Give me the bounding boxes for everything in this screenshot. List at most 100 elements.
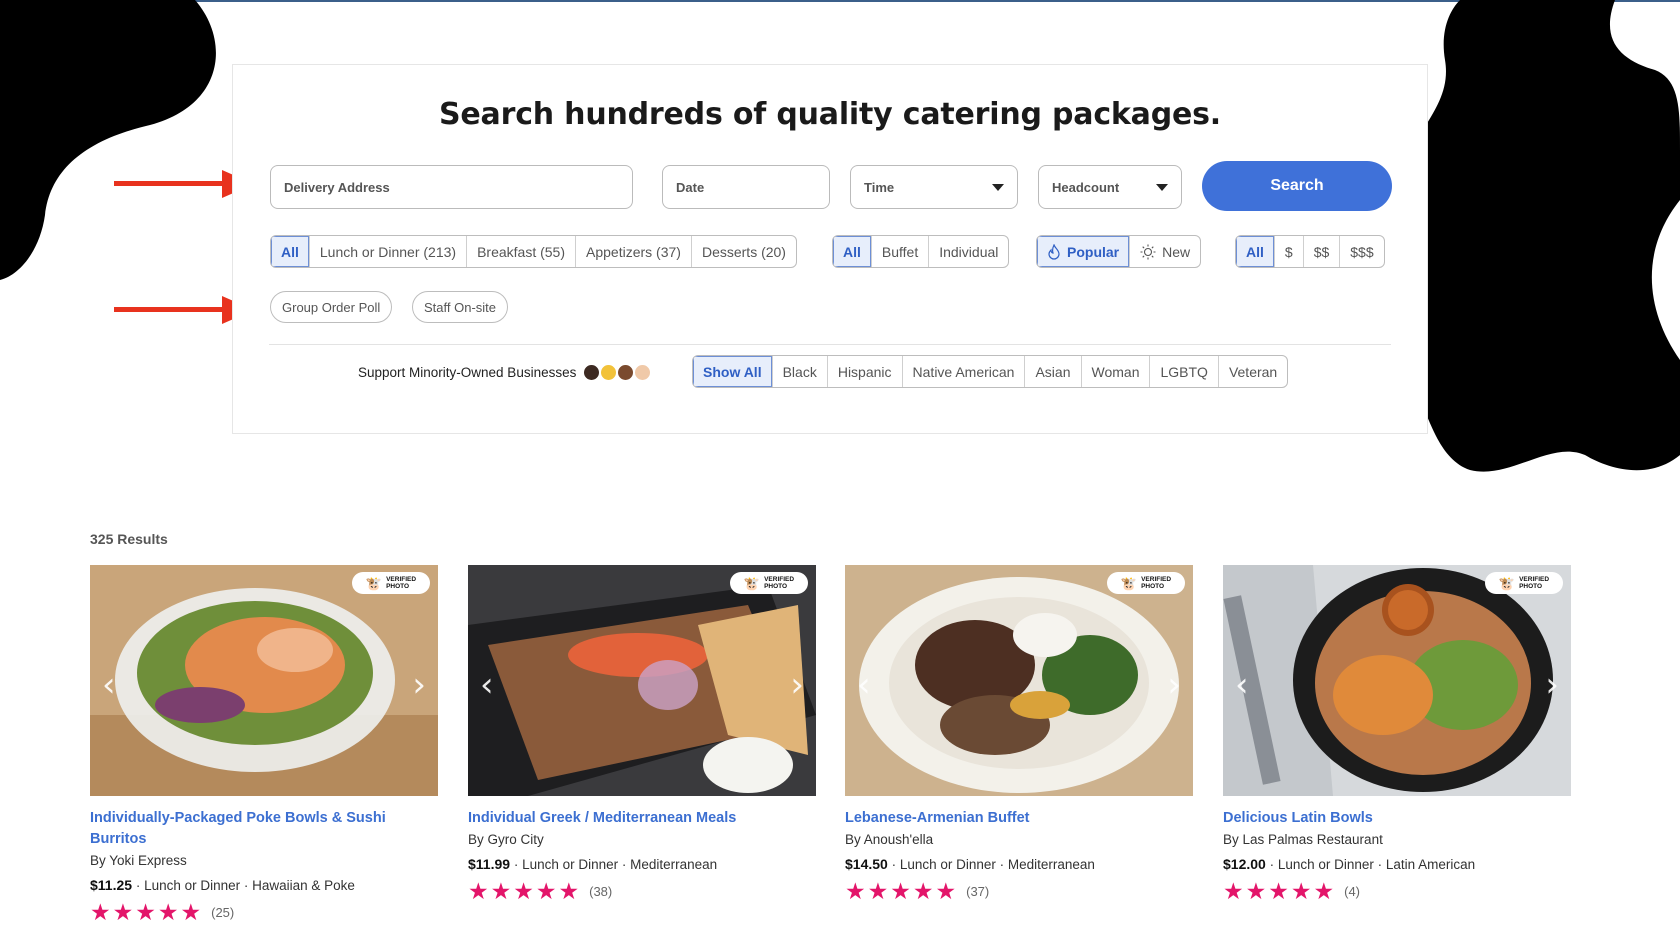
card-title[interactable]: Individually-Packaged Poke Bowls & Sushi…: [90, 808, 438, 850]
minority-lgbtq[interactable]: LGBTQ: [1149, 356, 1217, 387]
service-type-buffet[interactable]: Buffet: [870, 236, 928, 267]
time-select[interactable]: Time: [850, 165, 1018, 209]
price-2[interactable]: $$: [1302, 236, 1340, 267]
card-cuisine: Mediterranean: [1007, 857, 1095, 872]
card-meal: Lunch or Dinner: [899, 857, 996, 872]
delivery-address-input[interactable]: Delivery Address: [270, 165, 633, 209]
card-title[interactable]: Lebanese-Armenian Buffet: [845, 808, 1193, 829]
search-panel: Search hundreds of quality catering pack…: [232, 64, 1428, 434]
food-photo: [1223, 565, 1571, 796]
star-icon: ★: [490, 878, 512, 904]
headcount-select-label: Headcount: [1052, 179, 1120, 195]
catering-card[interactable]: 🐮 VERIFIED PHOTO ‹ › Delicious Latin Bowl…: [1223, 565, 1571, 903]
verified-badge-line1: VERIFIED: [764, 576, 795, 583]
chevron-down-icon: [1156, 183, 1168, 191]
search-button[interactable]: Search: [1202, 161, 1392, 211]
card-title[interactable]: Individual Greek / Mediterranean Meals: [468, 808, 816, 829]
meal-type-lunch-dinner[interactable]: Lunch or Dinner (213): [308, 236, 466, 267]
cow-icon: 🐮: [365, 575, 383, 591]
card-meta: $11.25 · Lunch or Dinner · Hawaiian & Po…: [90, 877, 355, 893]
meal-type-desserts[interactable]: Desserts (20): [690, 236, 796, 267]
chevron-left-icon[interactable]: ‹: [1235, 665, 1249, 705]
group-order-poll-toggle[interactable]: Group Order Poll: [270, 291, 393, 323]
sort-popular[interactable]: Popular: [1037, 236, 1130, 267]
card-photo[interactable]: 🐮 VERIFIED PHOTO ‹ ›: [90, 565, 438, 796]
food-photo: [845, 565, 1193, 796]
service-type-all[interactable]: All: [833, 236, 871, 267]
star-icon: ★: [1268, 878, 1289, 904]
verified-badge-line1: VERIFIED: [1141, 576, 1172, 583]
card-meal: Lunch or Dinner: [1277, 857, 1374, 872]
cow-icon: 🐮: [1120, 575, 1138, 591]
price-3[interactable]: $$$: [1339, 236, 1383, 267]
minority-support-label: Support Minority-Owned Businesses: [358, 355, 651, 389]
star-rating: ★ ★ ★ ★ ★ (4): [1223, 879, 1571, 903]
sun-icon: [1140, 244, 1156, 259]
minority-native-american[interactable]: Native American: [901, 356, 1025, 387]
chevron-right-icon[interactable]: ›: [1545, 665, 1559, 705]
chevron-left-icon[interactable]: ‹: [480, 665, 494, 705]
verified-badge-line1: VERIFIED: [386, 576, 417, 583]
chevron-left-icon[interactable]: ‹: [857, 665, 871, 705]
star-icon: ★: [867, 878, 889, 904]
card-photo[interactable]: 🐮 VERIFIED PHOTO ‹ ›: [1223, 565, 1571, 796]
food-photo: [90, 565, 438, 796]
star-icon: ★: [1313, 878, 1335, 904]
results-count: 325 Results: [90, 531, 168, 547]
card-meta: $14.50 · Lunch or Dinner · Mediterranean: [845, 856, 1095, 872]
meal-type-breakfast[interactable]: Breakfast (55): [466, 236, 575, 267]
headcount-select[interactable]: Headcount: [1038, 165, 1182, 209]
staff-onsite-toggle[interactable]: Staff On-site: [412, 291, 509, 323]
card-cuisine: Hawaiian & Poke: [252, 878, 355, 893]
minority-black[interactable]: Black: [771, 356, 827, 387]
minority-hispanic[interactable]: Hispanic: [826, 356, 902, 387]
star-icon: ★: [558, 878, 580, 904]
price-1[interactable]: $: [1273, 236, 1303, 267]
catering-card[interactable]: 🐮 VERIFIED PHOTO ‹ › Lebanese-Armenian Bu…: [845, 565, 1193, 903]
star-rating: ★ ★ ★ ★ ★ (25): [90, 900, 438, 924]
card-price: $12.00: [1223, 856, 1266, 872]
decorative-blob-left: [0, 0, 216, 280]
chevron-right-icon[interactable]: ›: [790, 665, 804, 705]
minority-support-text: Support Minority-Owned Businesses: [358, 364, 577, 380]
service-type-individual[interactable]: Individual: [928, 236, 1008, 267]
star-icon: ★: [468, 878, 489, 904]
card-restaurant: By Las Palmas Restaurant: [1223, 832, 1383, 847]
verified-badge-line1: VERIFIED: [1519, 576, 1550, 583]
card-title[interactable]: Delicious Latin Bowls: [1223, 808, 1571, 829]
card-price: $11.25: [90, 877, 133, 893]
meal-type-all[interactable]: All: [271, 236, 309, 267]
card-cuisine: Latin American: [1385, 857, 1476, 872]
minority-asian[interactable]: Asian: [1024, 356, 1080, 387]
price-all[interactable]: All: [1236, 236, 1274, 267]
card-meta: $12.00 · Lunch or Dinner · Latin America…: [1223, 856, 1476, 872]
catering-card[interactable]: 🐮 VERIFIED PHOTO ‹ › Individual Greek / M…: [468, 565, 816, 903]
star-icon: ★: [1245, 878, 1267, 904]
raised-fist-icons: [582, 364, 651, 380]
star-icon: ★: [90, 899, 111, 925]
chevron-left-icon[interactable]: ‹: [102, 665, 116, 705]
card-photo[interactable]: 🐮 VERIFIED PHOTO ‹ ›: [845, 565, 1193, 796]
chevron-right-icon[interactable]: ›: [412, 665, 426, 705]
verified-badge-line2: PHOTO: [386, 583, 410, 590]
sort-new[interactable]: New: [1129, 236, 1200, 267]
minority-show-all[interactable]: Show All: [693, 356, 772, 387]
star-icon: ★: [535, 878, 557, 904]
star-icon: ★: [935, 878, 957, 904]
star-icon: ★: [890, 878, 911, 904]
minority-veteran[interactable]: Veteran: [1217, 356, 1287, 387]
star-rating: ★ ★ ★ ★ ★ (37): [845, 879, 1193, 903]
minority-woman[interactable]: Woman: [1080, 356, 1150, 387]
page-title: Search hundreds of quality catering pack…: [439, 97, 1221, 132]
card-cuisine: Mediterranean: [630, 857, 718, 872]
price-filter: All $ $$ $$$: [1235, 235, 1385, 268]
star-icon: ★: [1290, 878, 1312, 904]
catering-card[interactable]: 🐮 VERIFIED PHOTO ‹ › Individually-Package…: [90, 565, 438, 924]
meal-type-appetizers[interactable]: Appetizers (37): [575, 236, 691, 267]
chevron-right-icon[interactable]: ›: [1167, 665, 1181, 705]
date-input[interactable]: Date: [662, 165, 830, 209]
card-photo[interactable]: 🐮 VERIFIED PHOTO ‹ ›: [468, 565, 816, 796]
sort-filter: Popular New: [1036, 235, 1202, 268]
minority-filter: Show All Black Hispanic Native American …: [692, 355, 1289, 388]
sort-new-label: New: [1162, 243, 1191, 260]
